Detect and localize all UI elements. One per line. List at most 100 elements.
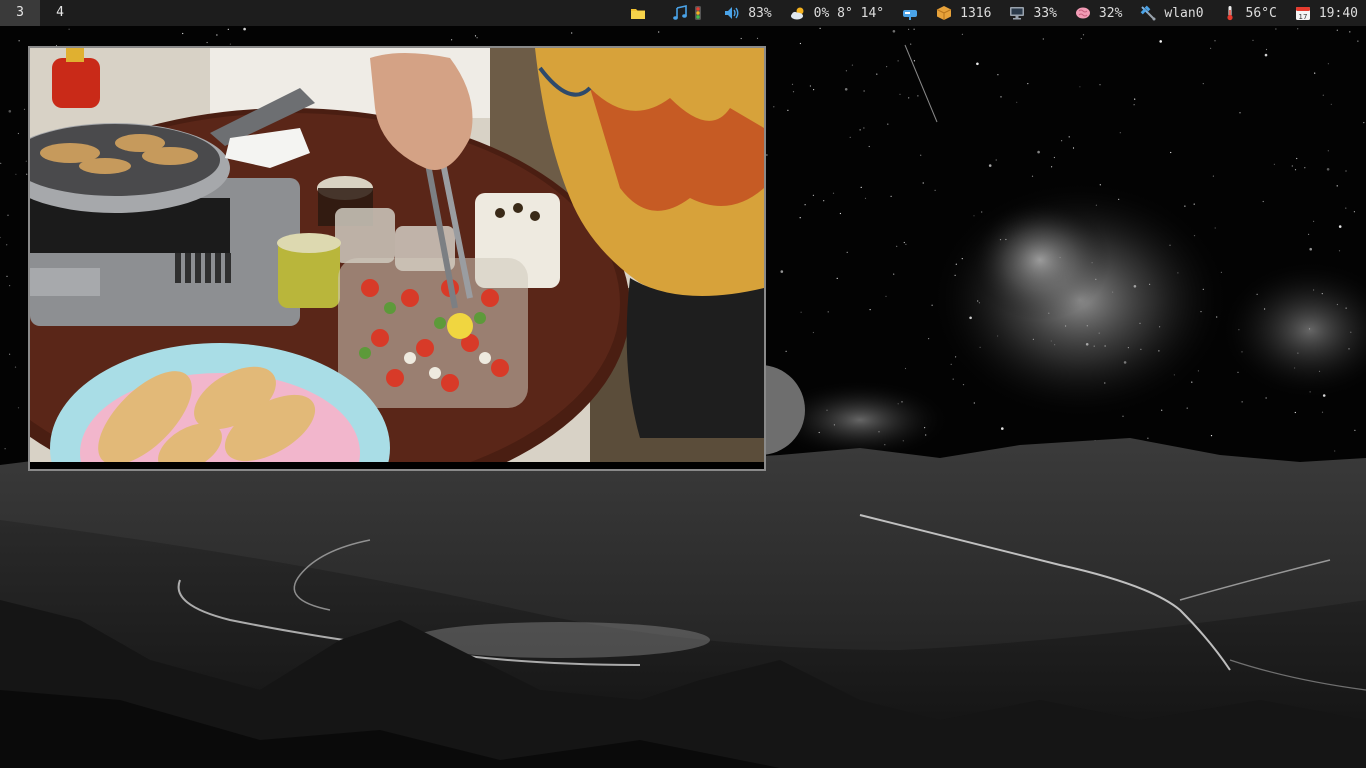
star [1210,435,1213,437]
star [905,243,907,245]
star [1262,200,1264,203]
star [922,182,924,184]
files-block[interactable] [630,0,654,26]
star [1031,175,1034,177]
star [785,350,787,352]
weather-cloud-sun-icon [790,5,806,21]
network-block[interactable]: wlan0 [1140,0,1204,26]
memory-block[interactable]: 32% [1075,0,1122,26]
star [910,43,912,45]
star [890,195,892,197]
top-status-bar: 3 4 83% 0% 8° 14° 1316 33% 32% wlan0 56°… [0,0,1366,26]
network-interface: wlan0 [1164,5,1204,21]
mailbox-icon [902,5,918,21]
star [1191,381,1193,383]
star [1345,207,1347,209]
star [1314,72,1316,74]
star [0,162,2,164]
star [876,73,878,75]
star [1210,47,1212,49]
workspace-3-button[interactable]: 3 [0,0,40,26]
cpu-block[interactable]: 33% [1009,0,1057,26]
star [952,378,954,380]
star [962,384,965,386]
star [1252,39,1254,42]
star [787,109,789,111]
thermometer-icon [1222,5,1238,21]
star [920,154,922,156]
star [1336,185,1338,187]
star [913,60,916,62]
star [908,28,910,30]
star [773,106,775,108]
star [904,367,907,370]
star [1099,84,1101,86]
star [1186,407,1188,409]
volume-block[interactable]: 83% [724,0,772,26]
star [7,214,9,216]
mail-block[interactable] [902,0,918,26]
package-count: 1316 [960,5,992,21]
star [827,311,829,313]
star [804,204,806,206]
star [851,64,854,66]
weather-block[interactable]: 0% 8° 14° [790,0,884,26]
star [1338,250,1341,252]
star [1122,415,1124,417]
star [9,285,11,287]
clock-block[interactable]: 17 19:40 [1295,0,1358,26]
star [1051,166,1053,168]
star [451,39,453,41]
star [800,311,802,313]
video-player-window[interactable] [28,46,766,471]
star [476,37,478,39]
star [15,173,17,175]
star [799,217,801,219]
star [1296,157,1298,160]
star [887,123,889,125]
star [206,41,208,44]
star [859,129,861,131]
star [740,37,742,40]
media-block[interactable] [672,0,706,26]
star [17,132,19,135]
star [934,189,936,191]
star [961,33,964,35]
star [869,309,871,311]
star [1273,163,1275,165]
star [839,212,842,215]
star [908,97,910,99]
star [1061,140,1063,142]
satellite-icon [1140,5,1156,21]
star [1291,165,1293,167]
star [1042,38,1044,40]
workspace-4-button[interactable]: 4 [40,0,80,26]
star [819,27,821,29]
star [1053,156,1055,159]
speaker-icon [724,5,740,21]
traffic-light-icon [690,5,706,21]
star [1321,411,1324,413]
calendar-icon: 17 [1295,5,1311,21]
star [1037,150,1040,154]
star [886,66,888,68]
star [988,164,992,167]
temperature-block[interactable]: 56°C [1222,0,1277,26]
star [1334,450,1336,452]
star [1336,29,1338,31]
star [1294,169,1297,171]
star [766,154,768,156]
star [1000,96,1002,98]
star [571,32,573,34]
star [1275,28,1277,30]
video-frame [30,48,764,469]
star [903,241,905,244]
packages-block[interactable]: 1316 [936,0,991,26]
star [1239,112,1241,114]
star [849,136,851,138]
star [1313,220,1315,222]
star [823,200,825,202]
music-notes-icon [672,5,688,21]
star [1079,86,1081,88]
star [1193,203,1195,205]
